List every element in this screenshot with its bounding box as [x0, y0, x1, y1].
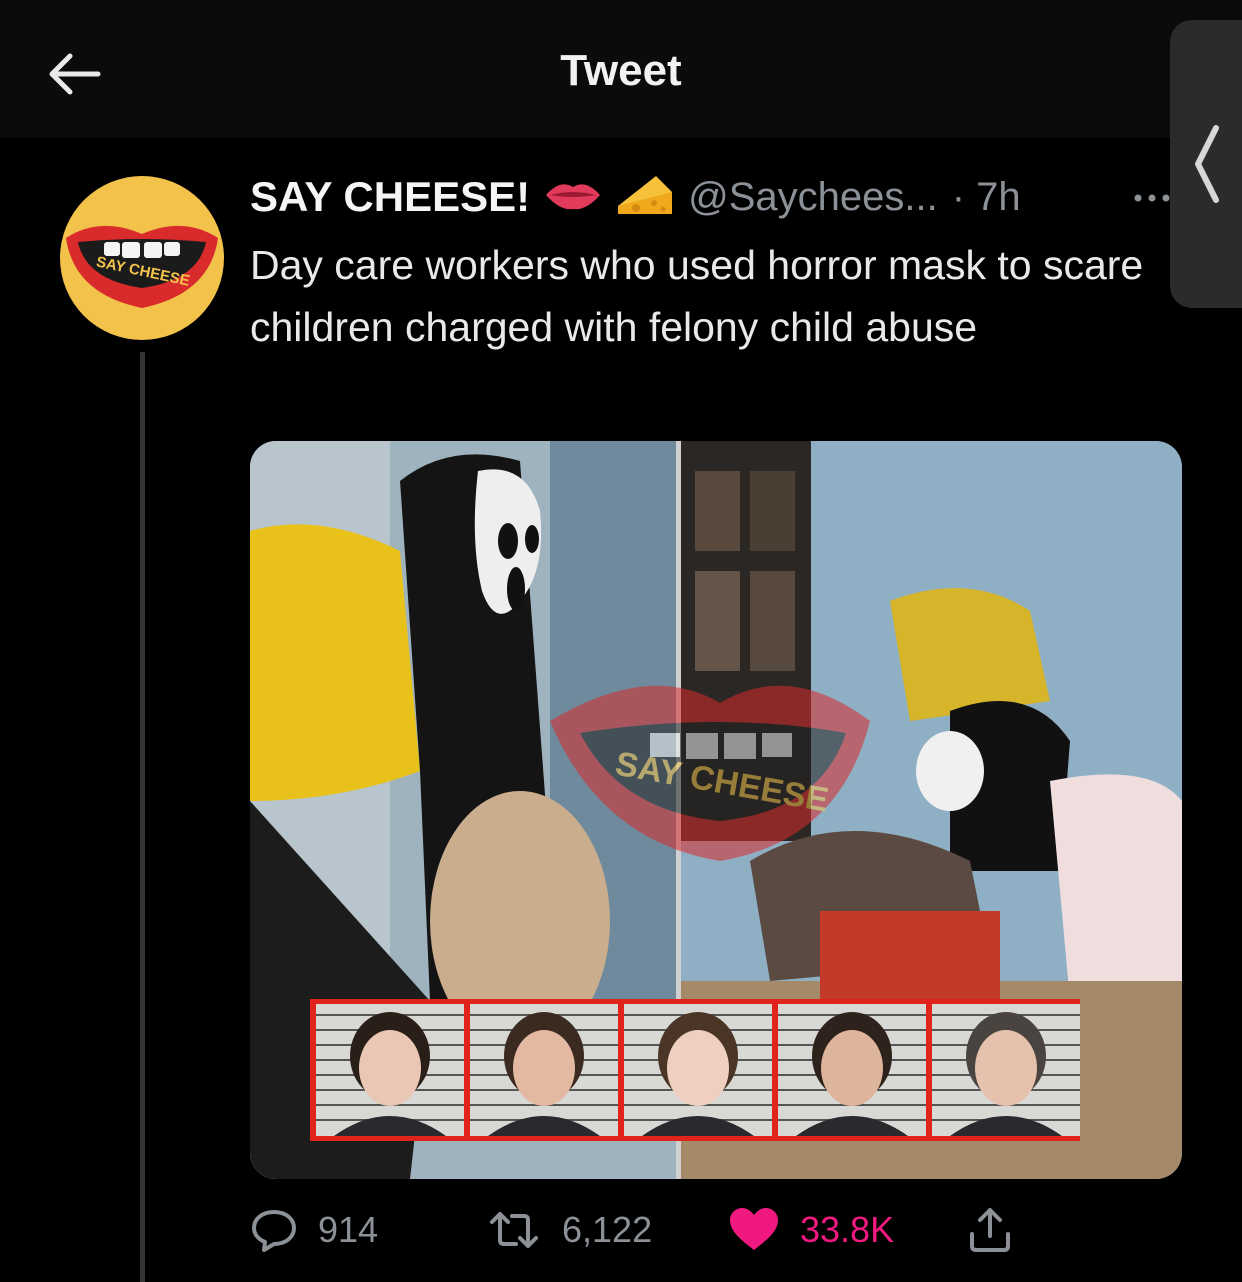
- reply-icon: [252, 1210, 296, 1252]
- reply-count: 914: [318, 1209, 379, 1250]
- media-photo-collage: SAY CHEESE: [250, 441, 1182, 1179]
- like-count: 33.8K: [800, 1209, 895, 1250]
- mugshot-photo: [932, 1004, 1080, 1136]
- lips-emoji-icon: [544, 177, 602, 218]
- mugshot-photo: [778, 1004, 926, 1136]
- tweet-text: Day care workers who used horror mask to…: [250, 242, 1144, 350]
- author-handle[interactable]: @Saychees...: [688, 175, 938, 220]
- top-bar: Tweet: [0, 0, 1242, 138]
- say-cheese-logo: SAY CHEESE: [66, 225, 218, 308]
- more-button[interactable]: [1132, 186, 1172, 210]
- more-horizontal-icon: [1134, 194, 1170, 202]
- side-panel-tab[interactable]: [1170, 20, 1242, 308]
- cheese-emoji-icon: [616, 172, 674, 223]
- retweet-count: 6,122: [562, 1209, 653, 1250]
- chevron-left-icon: [1195, 125, 1219, 203]
- thread-connector-line: [140, 352, 145, 1282]
- avatar[interactable]: SAY CHEESE: [60, 176, 224, 340]
- share-button[interactable]: [966, 1200, 1014, 1260]
- tweet-author-row: SAY CHEESE! @Saychees... · 7h: [250, 170, 1021, 224]
- tweet-timestamp[interactable]: · 7h: [952, 175, 1021, 220]
- mugshot-photo: [316, 1004, 464, 1136]
- share-icon: [970, 1208, 1010, 1252]
- mugshot-photo: [624, 1004, 772, 1136]
- reply-button[interactable]: 914: [250, 1200, 378, 1260]
- retweet-icon: [490, 1212, 538, 1248]
- heart-filled-icon: [730, 1208, 778, 1250]
- tweet-action-bar: 914 6,122 33.8K: [250, 1200, 1050, 1260]
- tweet-media-image[interactable]: SAY CHEESE: [250, 441, 1182, 1179]
- mugshot-photo: [470, 1004, 618, 1136]
- author-name[interactable]: SAY CHEESE!: [250, 173, 530, 221]
- like-button[interactable]: 33.8K: [728, 1200, 894, 1260]
- retweet-button[interactable]: 6,122: [486, 1200, 652, 1260]
- page-title: Tweet: [560, 46, 682, 95]
